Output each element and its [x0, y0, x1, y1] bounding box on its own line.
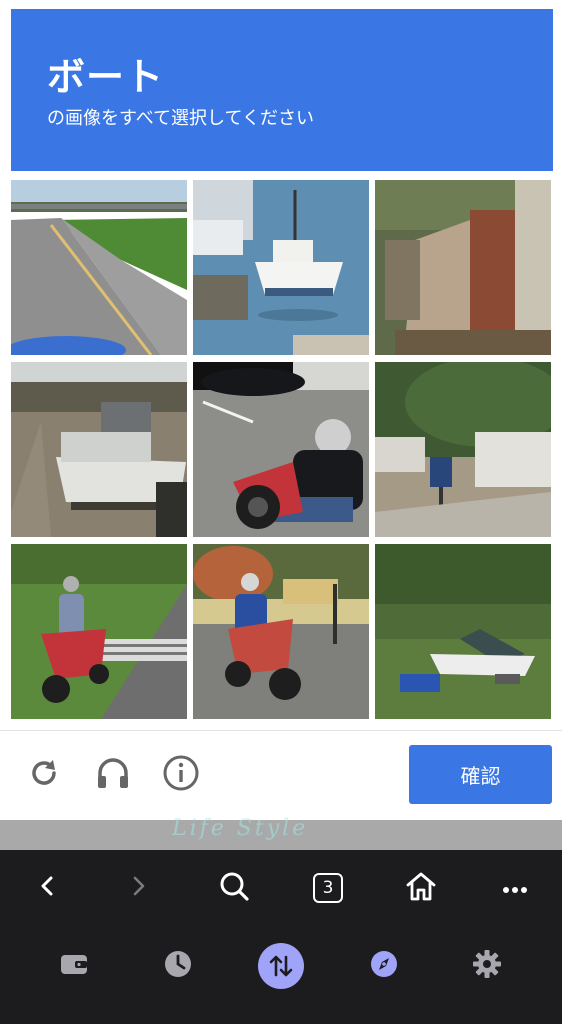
explore-icon: [369, 949, 399, 983]
browser-bottom-bars: 3: [0, 850, 562, 1024]
headphones-icon: [94, 754, 132, 796]
settings-button[interactable]: [463, 942, 511, 990]
info-button[interactable]: [161, 755, 201, 795]
wallet-button[interactable]: [50, 942, 98, 990]
tile-shack-wall[interactable]: [375, 180, 551, 355]
tile-motorcycle-rider[interactable]: [193, 362, 369, 537]
transfer-icon: [258, 943, 304, 989]
history-button[interactable]: [154, 942, 202, 990]
verify-button[interactable]: 確認: [409, 745, 552, 804]
audio-challenge-button[interactable]: [93, 755, 133, 795]
home-icon: [404, 870, 438, 906]
captcha-footer: 確認: [0, 730, 562, 820]
home-button[interactable]: [397, 864, 445, 912]
browser-tool-bar: [0, 942, 562, 1002]
captcha-target-label: ボート: [47, 55, 165, 99]
history-icon: [163, 949, 193, 983]
explore-button[interactable]: [360, 942, 408, 990]
captcha-header: ボート の画像をすべて選択してください: [11, 9, 553, 171]
tile-road-highway[interactable]: [11, 180, 187, 355]
captcha-page: ボート の画像をすべて選択してください 確認 Life Style 3: [0, 0, 562, 1024]
search-icon: [218, 870, 250, 906]
tile-sailboat-harbor[interactable]: [193, 180, 369, 355]
forward-icon: [129, 875, 149, 901]
transfer-button[interactable]: [257, 942, 305, 990]
more-button[interactable]: [491, 864, 539, 912]
back-icon: [37, 875, 57, 901]
tab-count: 3: [322, 878, 334, 898]
wallet-icon: [59, 951, 89, 981]
tile-scooter-path[interactable]: [11, 544, 187, 719]
browser-nav-bar: 3: [0, 864, 562, 924]
background-page-strip: Life Style: [0, 816, 562, 850]
tile-boat-on-trailer[interactable]: [11, 362, 187, 537]
settings-icon: [472, 949, 502, 983]
captcha-instruction: の画像をすべて選択してください: [47, 108, 314, 129]
tile-covered-boat[interactable]: [375, 544, 551, 719]
background-deco-text: Life Style: [172, 816, 309, 841]
tile-scooter-bench[interactable]: [193, 544, 369, 719]
forward-button[interactable]: [115, 864, 163, 912]
tabs-icon: 3: [313, 873, 343, 903]
info-icon: [162, 754, 200, 796]
tabs-button[interactable]: 3: [304, 864, 352, 912]
back-button[interactable]: [23, 864, 71, 912]
more-icon: [502, 879, 528, 898]
search-button[interactable]: [210, 864, 258, 912]
reload-icon: [26, 755, 62, 795]
captcha-image-grid: [11, 180, 553, 720]
tile-house-signboard[interactable]: [375, 362, 551, 537]
reload-button[interactable]: [24, 755, 64, 795]
